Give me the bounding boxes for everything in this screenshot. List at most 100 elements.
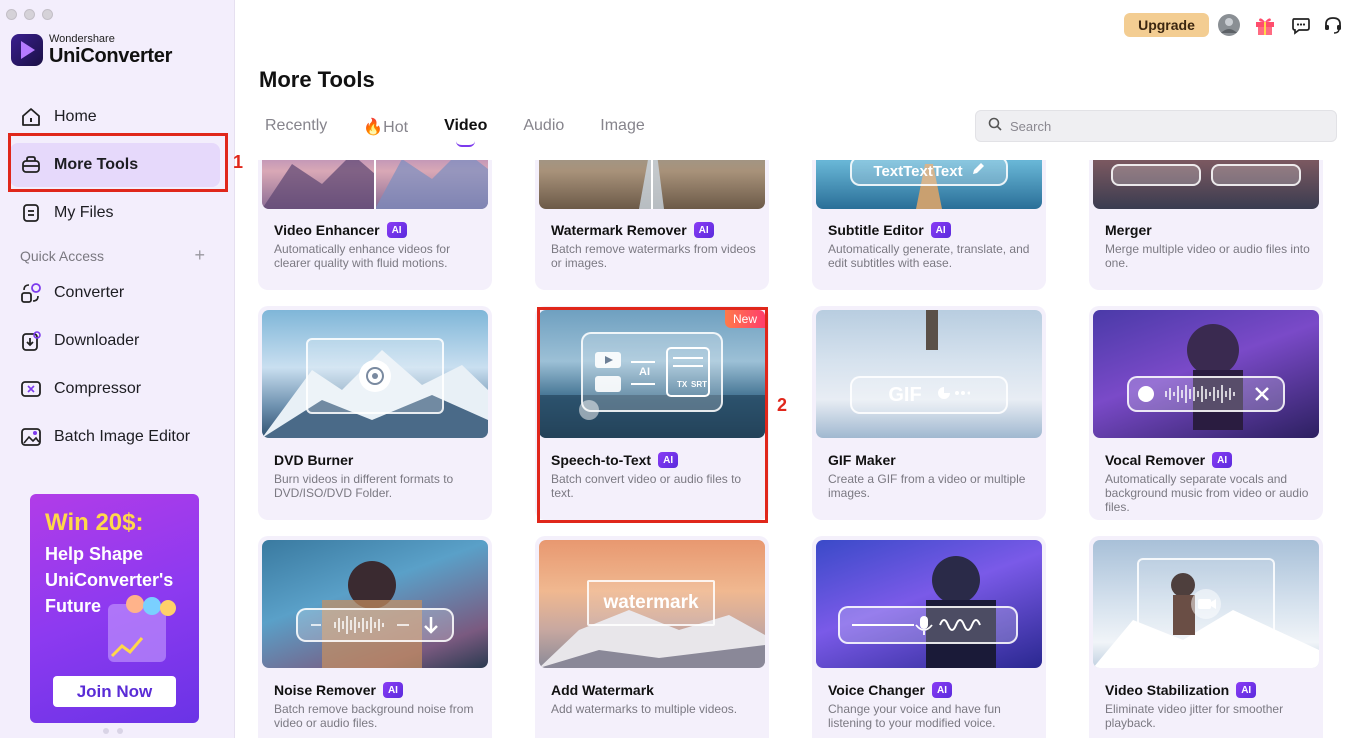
tool-description: Change your voice and have fun listening…: [828, 702, 1001, 730]
sidebar-item-converter[interactable]: Converter: [10, 271, 220, 315]
tab-audio[interactable]: Audio: [523, 117, 564, 137]
video-enhancer-thumbnail: [262, 160, 488, 209]
stabilization-camera-icon: [1191, 589, 1221, 619]
tool-card-video-enhancer[interactable]: Video Enhancer AI Automatically enhance …: [258, 160, 492, 290]
tool-card-dvd-burner[interactable]: DVD Burner Burn videos in different form…: [258, 306, 492, 520]
sidebar: Wondershare UniConverter Home More Tools…: [0, 0, 235, 738]
sidebar-item-label: Batch Image Editor: [54, 428, 191, 445]
dvd-disc-icon: [359, 360, 391, 392]
sidebar-item-my-files[interactable]: My Files: [10, 191, 220, 235]
tool-description: Automatically generate, translate, and e…: [828, 242, 1030, 270]
tool-name: Subtitle Editor: [828, 222, 924, 238]
tab-hot[interactable]: 🔥Hot: [363, 117, 408, 137]
feedback-icon[interactable]: [1289, 13, 1313, 37]
tool-card-subtitle-editor[interactable]: TextTextText Subtitle Editor AI Automati…: [812, 160, 1046, 290]
tab-recently[interactable]: Recently: [265, 117, 327, 137]
sidebar-item-downloader[interactable]: Downloader: [10, 319, 220, 363]
sidebar-item-label: Downloader: [54, 332, 140, 349]
search-bar[interactable]: [975, 110, 1337, 142]
uniconverter-logo-icon: [11, 34, 43, 66]
promo-dot[interactable]: [117, 728, 123, 734]
ai-badge: AI: [1212, 452, 1233, 468]
tool-description: Batch remove watermarks from videos or i…: [551, 242, 756, 270]
tool-card-title: Subtitle Editor AI: [828, 222, 951, 238]
gif-overlay: GIF: [850, 376, 1008, 414]
tab-image[interactable]: Image: [600, 117, 644, 137]
new-badge: New: [724, 310, 765, 328]
gif-loading-icon: [936, 384, 971, 407]
subtitle-editor-thumbnail: TextTextText: [816, 160, 1042, 209]
subtitle-text-overlay: TextTextText: [850, 160, 1008, 186]
add-quick-access-icon[interactable]: +: [194, 246, 205, 264]
window-close-button[interactable]: [6, 9, 17, 20]
merger-clip-overlay: [1211, 164, 1301, 186]
window-minimize-button[interactable]: [24, 9, 35, 20]
headset-support-icon[interactable]: [1321, 13, 1345, 37]
watermark-sample-text: watermark: [603, 592, 699, 613]
tool-name: DVD Burner: [274, 452, 354, 468]
gif-label: GIF: [888, 383, 922, 406]
gif-maker-thumbnail: GIF: [816, 310, 1042, 438]
noise-remover-overlay: [296, 608, 454, 642]
tool-name: Merger: [1105, 222, 1152, 238]
gift-icon[interactable]: [1253, 13, 1277, 37]
tool-name: Add Watermark: [551, 682, 654, 698]
promo-dot[interactable]: [103, 728, 109, 734]
tool-card-video-stabilization[interactable]: Video Stabilization AI Eliminate video j…: [1089, 536, 1323, 738]
dvd-clapper-overlay: [306, 338, 444, 414]
voice-changer-thumbnail: [816, 540, 1042, 668]
sidebar-item-batch-image-editor[interactable]: Batch Image Editor: [10, 415, 220, 459]
brand-company: Wondershare: [49, 33, 115, 45]
window-zoom-button[interactable]: [42, 9, 53, 20]
image-editor-icon: [20, 426, 42, 448]
tool-card-title: Add Watermark: [551, 682, 654, 698]
tool-card-noise-remover[interactable]: Noise Remover AI Batch remove background…: [258, 536, 492, 738]
promo-title: Win 20$:: [45, 509, 144, 536]
tool-card-voice-changer[interactable]: Voice Changer AI Change your voice and h…: [812, 536, 1046, 738]
ai-badge: AI: [930, 222, 951, 238]
add-watermark-thumbnail: watermark: [539, 540, 765, 668]
tool-name: Video Enhancer: [274, 222, 380, 238]
sidebar-item-label: Compressor: [54, 380, 142, 397]
watermark-remover-thumbnail: [539, 160, 765, 209]
tool-name: GIF Maker: [828, 452, 896, 468]
ai-badge: AI: [386, 222, 407, 238]
join-now-button[interactable]: Join Now: [53, 676, 176, 707]
noise-waveform-icon: [311, 616, 438, 634]
dvd-burner-thumbnail: [262, 310, 488, 438]
sidebar-item-label: Home: [54, 108, 97, 125]
tool-card-gif-maker[interactable]: GIF GIF Maker Create a GIF from a video …: [812, 306, 1046, 520]
converter-icon: [20, 282, 42, 304]
promo-banner[interactable]: Win 20$: Help Shape UniConverter's Futur…: [30, 494, 199, 723]
promo-pagination: [103, 728, 123, 734]
tool-description: Add watermarks to multiple videos.: [551, 702, 738, 716]
sidebar-item-compressor[interactable]: Compressor: [10, 367, 220, 411]
tool-card-merger[interactable]: Merger Merge multiple video or audio fil…: [1089, 160, 1323, 290]
tool-card-vocal-remover[interactable]: Vocal Remover AI Automatically separate …: [1089, 306, 1323, 520]
ai-badge: AI: [693, 222, 714, 238]
search-icon: [988, 117, 1002, 136]
tool-card-title: GIF Maker: [828, 452, 896, 468]
tab-video[interactable]: Video: [444, 117, 487, 147]
upgrade-button[interactable]: Upgrade: [1124, 13, 1209, 37]
tool-name: Watermark Remover: [551, 222, 687, 238]
edit-pencil-icon: [971, 162, 985, 180]
tool-card-title: Merger: [1105, 222, 1152, 238]
tool-card-title: Vocal Remover AI: [1105, 452, 1233, 468]
tool-description: Burn videos in different formats to DVD/…: [274, 472, 454, 500]
downloader-icon: [20, 330, 42, 352]
home-icon: [20, 106, 42, 128]
tool-description: Eliminate video jitter for smoother play…: [1105, 702, 1284, 730]
tool-card-watermark-remover[interactable]: Watermark Remover AI Batch remove waterm…: [535, 160, 769, 290]
tool-name: Noise Remover: [274, 682, 376, 698]
tool-card-add-watermark[interactable]: watermark Add Watermark Add watermarks t…: [535, 536, 769, 738]
tool-description: Merge multiple video or audio files into…: [1105, 242, 1310, 270]
avatar[interactable]: [1217, 13, 1241, 37]
compressor-icon: [20, 378, 42, 400]
ai-badge: AI: [932, 682, 952, 698]
tool-description: Batch remove background noise from video…: [274, 702, 474, 730]
search-input[interactable]: [1010, 118, 1310, 134]
tool-card-title: DVD Burner: [274, 452, 353, 468]
tool-card-title: Video Enhancer AI: [274, 222, 407, 238]
annotation-box-1: [8, 133, 228, 192]
